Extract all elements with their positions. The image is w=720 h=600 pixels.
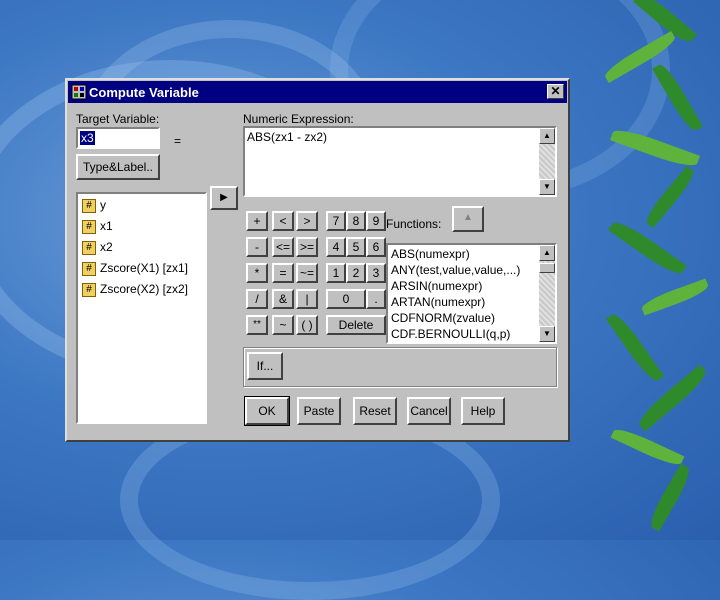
keypad-9-button[interactable]: 9 <box>366 211 386 231</box>
help-button[interactable]: Help <box>461 397 505 425</box>
title-bar[interactable]: Compute Variable ✕ <box>68 81 567 103</box>
equals-sign: = <box>174 134 182 148</box>
keypad-delete-button[interactable]: Delete <box>326 315 386 335</box>
type-label-button[interactable]: Type&Label.. <box>76 154 160 180</box>
scroll-down-icon[interactable]: ▼ <box>539 179 555 195</box>
keypad-greater-equal-button[interactable]: >= <box>296 237 318 257</box>
keypad-5-button[interactable]: 5 <box>346 237 366 257</box>
keypad-equal-button[interactable]: = <box>272 263 294 283</box>
close-icon: ✕ <box>550 84 561 98</box>
variable-list[interactable]: # y # x1 # x2 # Zscore(X1) [zx1] # Zscore(X2)… <box>76 192 207 424</box>
list-item[interactable]: # y <box>82 198 106 216</box>
compute-variable-dialog: Compute Variable ✕ Target Variable: x3 =… <box>65 78 570 442</box>
expression-scrollbar[interactable]: ▲ ▼ <box>539 128 555 195</box>
numeric-variable-icon: # <box>82 240 96 255</box>
cancel-button[interactable]: Cancel <box>407 397 451 425</box>
keypad-0-button[interactable]: 0 <box>326 289 366 309</box>
if-button[interactable]: If... <box>247 352 283 380</box>
target-variable-value: x3 <box>80 131 95 145</box>
window-title: Compute Variable <box>89 85 199 100</box>
numeric-expression-label: Numeric Expression: <box>243 112 354 126</box>
keypad-7-button[interactable]: 7 <box>326 211 346 231</box>
reset-button[interactable]: Reset <box>353 397 397 425</box>
scroll-up-icon[interactable]: ▲ <box>539 128 555 144</box>
keypad-decimal-button[interactable]: . <box>366 289 386 309</box>
keypad-parentheses-button[interactable]: ( ) <box>296 315 318 335</box>
keypad-not-equal-button[interactable]: ~= <box>296 263 318 283</box>
ok-button[interactable]: OK <box>244 396 290 426</box>
keypad-6-button[interactable]: 6 <box>366 237 386 257</box>
paste-button[interactable]: Paste <box>297 397 341 425</box>
numeric-expression-textarea[interactable]: ABS(zx1 - zx2) ▲ ▼ <box>243 126 557 197</box>
list-item[interactable]: # x1 <box>82 219 113 237</box>
numeric-variable-icon: # <box>82 282 96 297</box>
list-item[interactable]: # Zscore(X1) [zx1] <box>82 261 188 279</box>
keypad-or-button[interactable]: | <box>296 289 318 309</box>
list-item[interactable]: # x2 <box>82 240 113 258</box>
list-item[interactable]: ARTAN(numexpr) <box>391 295 485 309</box>
list-item[interactable]: # Zscore(X2) [zx2] <box>82 282 188 300</box>
keypad-8-button[interactable]: 8 <box>346 211 366 231</box>
list-item[interactable]: ABS(numexpr) <box>391 247 470 261</box>
list-item[interactable]: ANY(test,value,value,...) <box>391 263 520 277</box>
arrow-up-icon: ▲ <box>463 212 473 223</box>
numeric-variable-icon: # <box>82 198 96 213</box>
keypad-4-button[interactable]: 4 <box>326 237 346 257</box>
keypad-2-button[interactable]: 2 <box>346 263 366 283</box>
numeric-variable-icon: # <box>82 219 96 234</box>
numeric-expression-value: ABS(zx1 - zx2) <box>247 130 328 144</box>
keypad-1-button[interactable]: 1 <box>326 263 346 283</box>
arrow-right-icon: ▶ <box>220 192 228 203</box>
keypad-and-button[interactable]: & <box>272 289 294 309</box>
functions-list[interactable]: ABS(numexpr) ANY(test,value,value,...) A… <box>386 243 557 344</box>
keypad-multiply-button[interactable]: * <box>246 263 268 283</box>
numeric-variable-icon: # <box>82 261 96 276</box>
keypad-less-than-button[interactable]: < <box>272 211 294 231</box>
target-variable-label: Target Variable: <box>76 112 160 126</box>
keypad-less-equal-button[interactable]: <= <box>272 237 294 257</box>
close-button[interactable]: ✕ <box>547 84 564 99</box>
keypad-greater-than-button[interactable]: > <box>296 211 318 231</box>
bamboo-leaves-decoration <box>590 0 720 540</box>
keypad-power-button[interactable]: ** <box>246 315 268 335</box>
paste-function-button[interactable]: ▲ <box>452 206 484 232</box>
scroll-thumb[interactable] <box>539 263 555 273</box>
keypad-not-button[interactable]: ~ <box>272 315 294 335</box>
keypad-divide-button[interactable]: / <box>246 289 268 309</box>
scroll-down-icon[interactable]: ▼ <box>539 326 555 342</box>
keypad-minus-button[interactable]: - <box>246 237 268 257</box>
functions-scrollbar[interactable]: ▲ ▼ <box>539 245 555 342</box>
keypad-3-button[interactable]: 3 <box>366 263 386 283</box>
functions-label: Functions: <box>386 217 442 231</box>
list-item[interactable]: ARSIN(numexpr) <box>391 279 482 293</box>
target-variable-input[interactable]: x3 <box>76 127 160 149</box>
scroll-up-icon[interactable]: ▲ <box>539 245 555 261</box>
list-item[interactable]: CDFNORM(zvalue) <box>391 311 495 325</box>
list-item[interactable]: CDF.BERNOULLI(q,p) <box>391 327 510 341</box>
keypad-plus-button[interactable]: + <box>246 211 268 231</box>
calculator-app-icon <box>71 84 87 100</box>
move-variable-button[interactable]: ▶ <box>210 186 238 210</box>
if-group <box>243 347 557 387</box>
